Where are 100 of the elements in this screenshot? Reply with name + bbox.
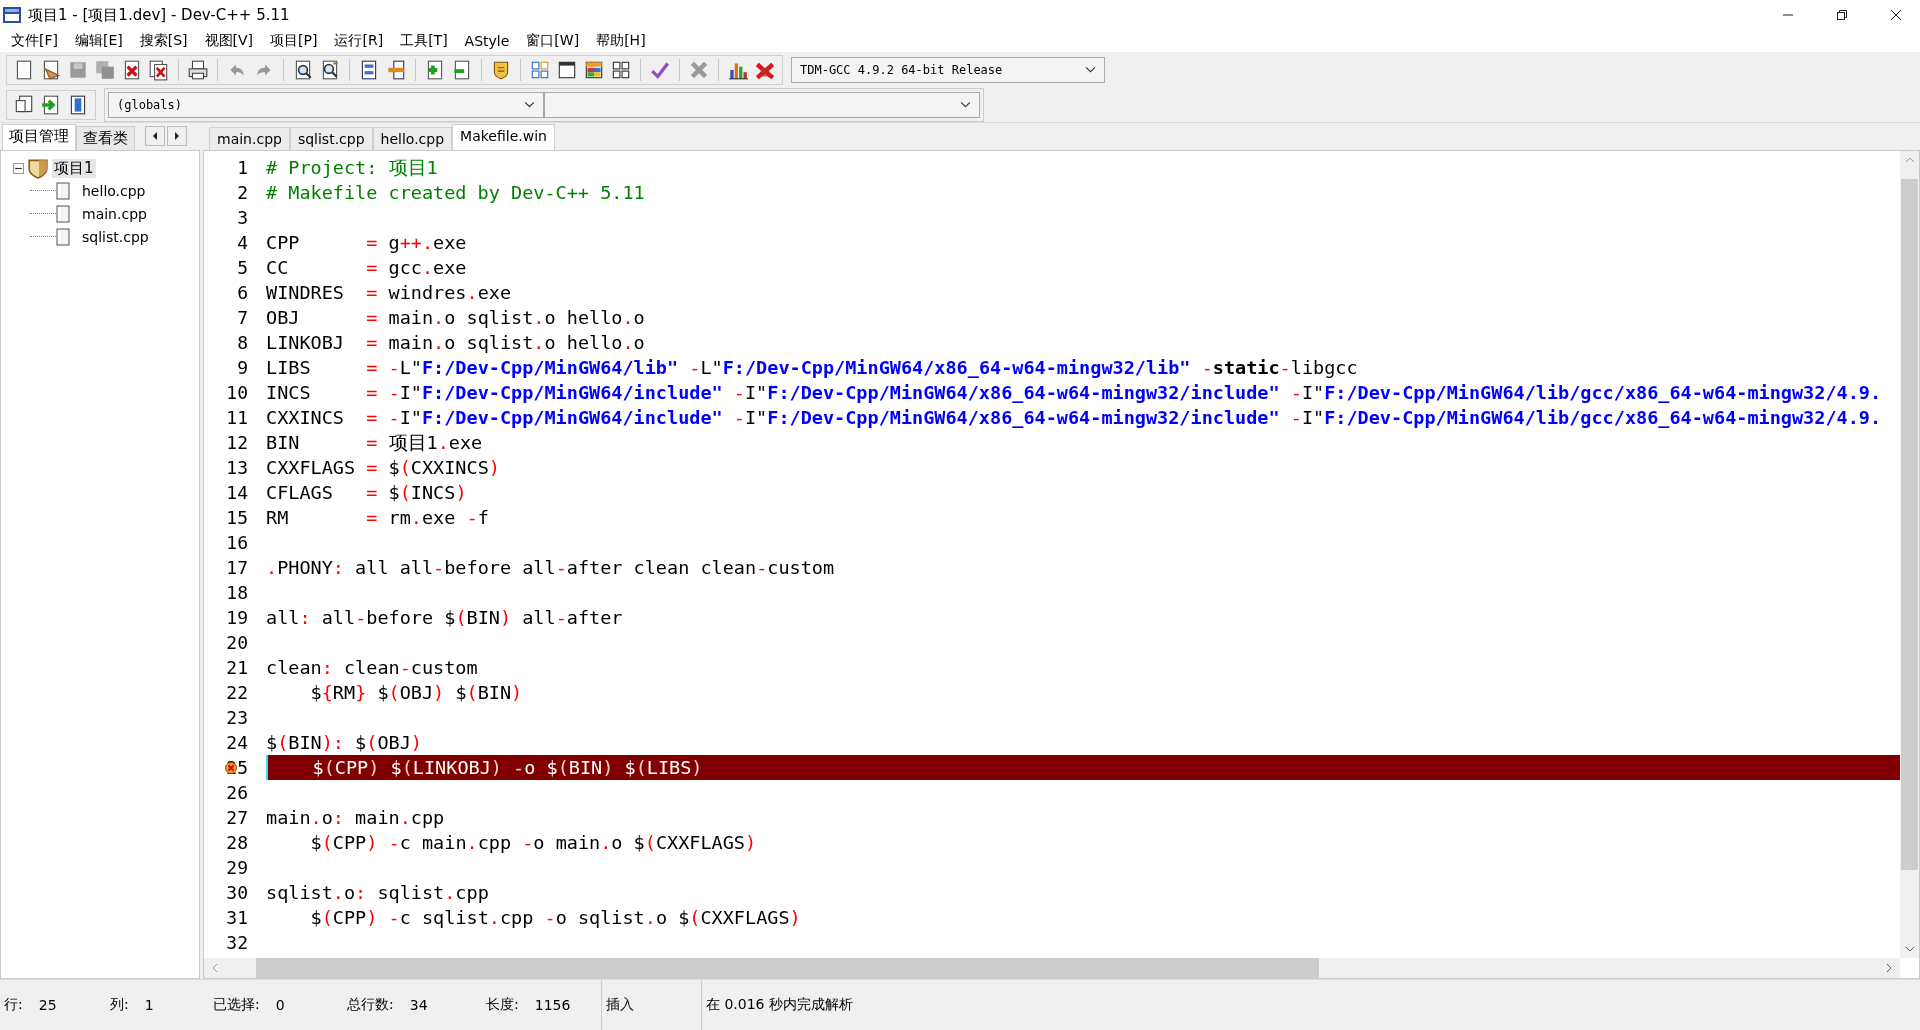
line-number: 4 <box>237 232 248 253</box>
menu-item[interactable]: 工具[T] <box>393 32 455 50</box>
vertical-scrollbar[interactable] <box>1900 151 1919 958</box>
status-value: 在 0.016 秒内完成解析 <box>706 996 853 1014</box>
tree-item[interactable]: sqlist.cpp <box>80 228 151 245</box>
line-number: 13 <box>226 457 248 478</box>
menu-item[interactable]: 运行[R] <box>327 32 391 50</box>
tree-item[interactable]: main.cpp <box>80 205 149 222</box>
scroll-thumb[interactable] <box>256 958 1319 978</box>
status-label: 总行数: <box>347 996 394 1014</box>
status-value: 插入 <box>606 996 634 1014</box>
file-icon <box>56 181 70 200</box>
line-number: 3 <box>237 207 248 228</box>
code-line: RM = rm.exe -f <box>266 506 490 530</box>
scroll-down-icon[interactable] <box>1904 946 1915 952</box>
save-all-icon[interactable] <box>94 58 116 81</box>
menu-item[interactable]: 窗口[W] <box>519 32 587 50</box>
line-number: 11 <box>226 407 248 428</box>
line-number: 16 <box>226 532 248 553</box>
unindent-icon[interactable] <box>385 58 407 81</box>
scroll-left-icon[interactable] <box>145 126 165 146</box>
file-tab[interactable]: sqlist.cpp <box>289 127 373 150</box>
status-label: 已选择: <box>213 996 260 1014</box>
restore-icon[interactable] <box>1836 9 1848 21</box>
file-icon <box>56 204 70 223</box>
status-label: 长度: <box>486 996 519 1014</box>
code-line: $(CPP) -c sqlist.cpp -o sqlist.o $(CXXFLAGS) <box>309 906 802 930</box>
panel-tab[interactable]: 查看类 <box>76 126 135 150</box>
code-line: # Makefile created by Dev-C++ 5.11 <box>266 181 646 205</box>
code-line: $(CPP) -c main.cpp -o main.o $(CXXFLAGS) <box>309 831 758 855</box>
line-number: 26 <box>226 782 248 803</box>
scope-dropdown[interactable]: (globals) <box>108 91 544 118</box>
code-line: all: all-before $(BIN) all-after <box>266 606 624 630</box>
line-number: 21 <box>226 657 248 678</box>
file-tab[interactable]: main.cpp <box>209 127 290 150</box>
horizontal-scrollbar[interactable] <box>204 958 1900 978</box>
code-line: CFLAGS = $(INCS) <box>266 481 468 505</box>
window-title: 项目1 - [项目1.dev] - Dev-C++ 5.11 <box>28 5 290 25</box>
file-tab[interactable]: hello.cpp <box>372 127 453 150</box>
file-tab[interactable]: Makefile.win <box>452 124 555 150</box>
tree-item[interactable]: 项目1 <box>52 158 96 178</box>
line-number: 19 <box>226 607 248 628</box>
line-number: 22 <box>226 682 248 703</box>
line-number: 30 <box>226 882 248 903</box>
code-line: LIBS = -L"F:/Dev-Cpp/MinGW64/lib" -L"F:/Dev-Cpp/MinGW64/x86_64-w64-mingw32/lib" -static-libgcc <box>266 356 1359 380</box>
status-value: 1 <box>144 997 154 1013</box>
print-icon[interactable] <box>187 58 209 81</box>
menu-item[interactable]: 文件[F] <box>4 32 65 50</box>
close-icon[interactable] <box>1890 9 1902 21</box>
code-line: CXXINCS = -I"F:/Dev-Cpp/MinGW64/include" -I"F:/Dev-Cpp/MinGW64/x86_64-w64-mingw32/include" -I"F:/Dev-Cpp/MinGW64/lib/gcc/x86_64-w64-mingw32/4.9. <box>266 406 1883 430</box>
line-number: 27 <box>226 807 248 828</box>
status-label: 行: <box>4 996 23 1014</box>
line-number: 32 <box>226 932 248 953</box>
menu-item[interactable]: 视图[V] <box>197 32 261 50</box>
line-number: 7 <box>237 307 248 328</box>
code-line: LINKOBJ = main.o sqlist.o hello.o <box>266 331 646 355</box>
line-number: 5 <box>237 257 248 278</box>
line-number: 18 <box>226 582 248 603</box>
status-label: 列: <box>110 996 129 1014</box>
caret-icon <box>960 101 971 108</box>
line-number: 29 <box>226 857 248 878</box>
project-icon <box>27 157 49 179</box>
scroll-right-icon[interactable] <box>167 126 187 146</box>
menu-item[interactable]: 项目[P] <box>263 32 325 50</box>
menu-item[interactable]: AStyle <box>457 33 517 49</box>
line-number: 6 <box>237 282 248 303</box>
status-value: 34 <box>409 997 428 1013</box>
scroll-right-icon[interactable] <box>1886 963 1892 973</box>
menu-item[interactable]: 搜索[S] <box>132 32 195 50</box>
line-number: 8 <box>237 332 248 353</box>
code-line: CXXFLAGS = $(CXXINCS) <box>266 456 501 480</box>
line-number: 24 <box>226 732 248 753</box>
line-number: 9 <box>237 357 248 378</box>
menu-item[interactable]: 编辑[E] <box>68 32 130 50</box>
code-line: OBJ = main.o sqlist.o hello.o <box>266 306 646 330</box>
line-number: 31 <box>226 907 248 928</box>
tree-item[interactable]: hello.cpp <box>80 182 148 199</box>
close-all-icon[interactable] <box>148 58 170 81</box>
compiler-dropdown[interactable]: TDM-GCC 4.9.2 64-bit Release <box>791 56 1105 83</box>
code-line: main.o: main.cpp <box>266 806 446 830</box>
line-number: 23 <box>226 707 248 728</box>
panel-tab[interactable]: 项目管理 <box>2 124 76 150</box>
line-number: 20 <box>226 632 248 653</box>
line-number: 15 <box>226 507 248 528</box>
scroll-thumb[interactable] <box>1901 179 1918 870</box>
status-value: 1156 <box>534 997 571 1013</box>
code-line: sqlist.o: sqlist.cpp <box>266 881 490 905</box>
line-number: 2 <box>237 182 248 203</box>
line-number: 28 <box>226 832 248 853</box>
code-line: CPP = g++.exe <box>266 231 468 255</box>
collapse-icon[interactable] <box>13 162 24 174</box>
code-line: $(BIN): $(OBJ) <box>266 731 423 755</box>
code-line: ${RM} $(OBJ) $(BIN) <box>309 681 524 705</box>
code-line: WINDRES = windres.exe <box>266 281 513 305</box>
line-number: 1 <box>237 157 248 178</box>
status-value: 0 <box>275 997 285 1013</box>
menu-item[interactable]: 帮助[H] <box>589 32 653 50</box>
code-line: CC = gcc.exe <box>266 256 468 280</box>
code-line: INCS = -I"F:/Dev-Cpp/MinGW64/include" -I"F:/Dev-Cpp/MinGW64/x86_64-w64-mingw32/include" -I"F:/Dev-Cpp/MinGW64/lib/gcc/x86_64-w64-mingw32/4.9. <box>266 381 1883 405</box>
line-number: 17 <box>226 557 248 578</box>
